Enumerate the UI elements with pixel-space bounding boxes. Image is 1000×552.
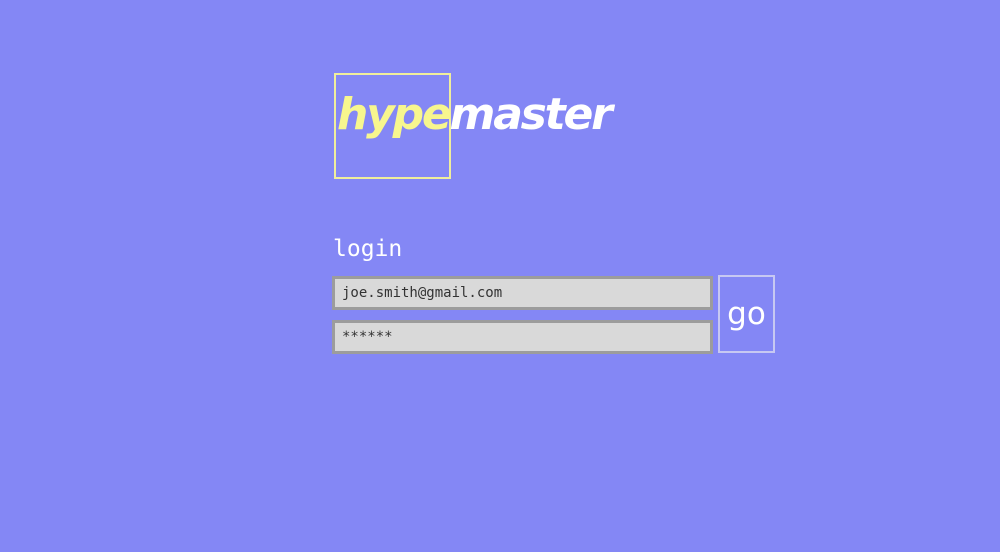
go-button[interactable]: go xyxy=(718,275,775,353)
logo-wordmark-master: master xyxy=(449,89,613,140)
email-field[interactable] xyxy=(332,276,713,310)
logo-wordmark: hypemaster xyxy=(337,89,613,142)
login-heading: login xyxy=(333,236,403,262)
password-field[interactable] xyxy=(332,320,713,354)
logo-wordmark-hype: hype xyxy=(337,89,452,140)
app-logo: hypemaster xyxy=(334,73,634,179)
